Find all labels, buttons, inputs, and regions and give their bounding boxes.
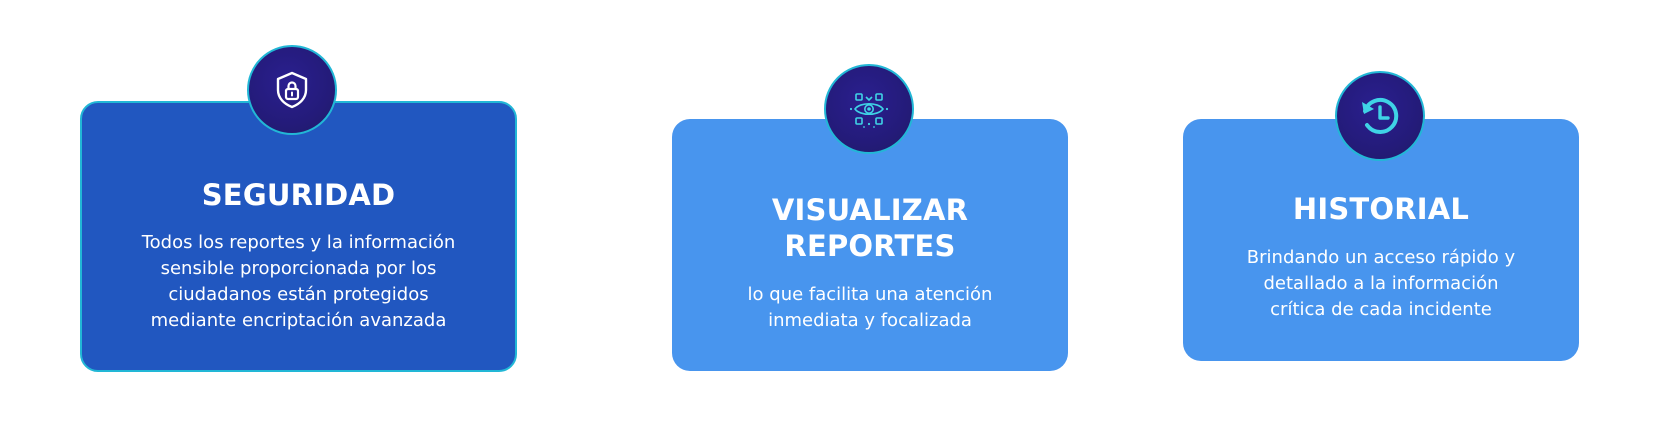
card-description: Todos los reportes y la información sens… <box>122 230 475 334</box>
feature-card-seguridad[interactable]: SEGURIDAD Todos los reportes y la inform… <box>80 101 517 372</box>
feature-card-visualizar-reportes[interactable]: VISUALIZAR REPORTES lo que facilita una … <box>672 119 1068 371</box>
description-line: sensible proporcionada por los <box>160 258 437 279</box>
card-title: VISUALIZAR REPORTES <box>672 192 1068 264</box>
card-title: HISTORIAL <box>1292 192 1470 226</box>
features-section: SEGURIDAD Todos los reportes y la inform… <box>0 0 1675 443</box>
description-line: ciudadanos están protegidos <box>168 284 429 305</box>
description-line: Todos los reportes y la información <box>141 232 456 253</box>
title-line: REPORTES <box>784 229 956 263</box>
card-description: Brindando un acceso rápido y detallado a… <box>1233 245 1529 323</box>
card-description: lo que facilita una atención inmediata y… <box>732 282 1008 334</box>
description-line: Brindando un acceso rápido y <box>1246 247 1516 268</box>
history-clock-icon <box>1335 71 1425 161</box>
description-line: mediante encriptación avanzada <box>150 310 447 331</box>
eye-scan-icon <box>824 64 914 154</box>
shield-lock-icon <box>247 45 337 135</box>
card-title: SEGURIDAD <box>201 178 396 212</box>
title-line: VISUALIZAR <box>771 193 969 227</box>
description-line: detallado a la información <box>1263 273 1499 294</box>
description-line: crítica de cada incidente <box>1270 299 1492 320</box>
description-line: lo que facilita una atención <box>747 284 993 305</box>
description-line: inmediata y focalizada <box>768 310 972 331</box>
